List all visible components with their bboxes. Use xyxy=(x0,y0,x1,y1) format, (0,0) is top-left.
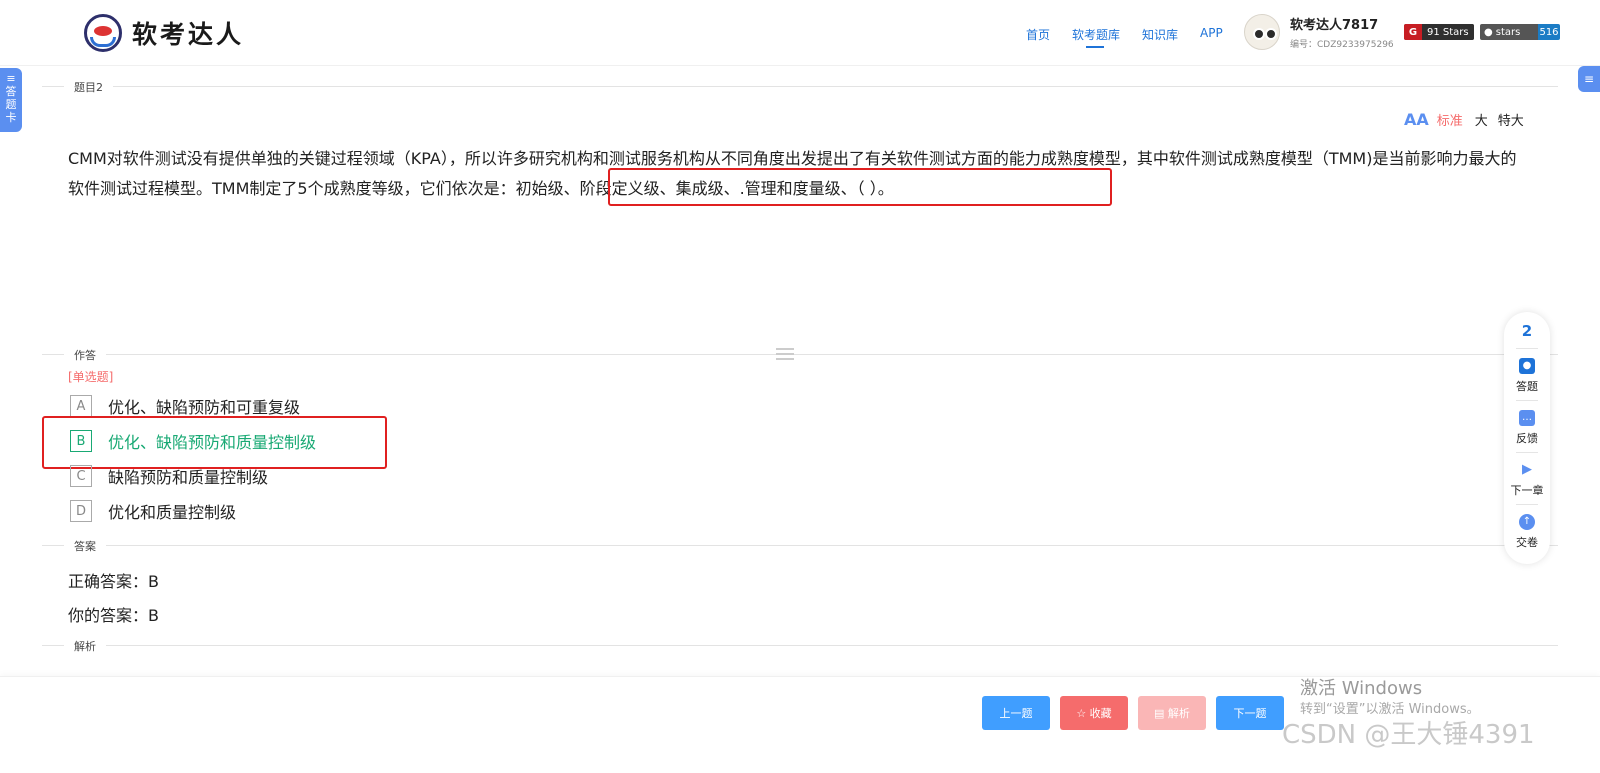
next-chapter-icon: ▶ xyxy=(1522,462,1532,477)
main-nav: 首页 软考题库 知识库 APP xyxy=(1026,26,1245,48)
user-profile[interactable]: 软考达人7817 编号：CDZ9233975296 xyxy=(1244,14,1394,50)
github-stars-badge[interactable]: ● stars 516 xyxy=(1480,24,1560,40)
submit-icon: ↑ xyxy=(1519,514,1535,530)
right-menu-tab[interactable]: ≡ xyxy=(1578,66,1600,92)
current-question-number: 2 xyxy=(1521,322,1533,340)
floating-toolbar: 2 ● 答题 … 反馈 ▶ 下一章 ↑ 交卷 xyxy=(1504,312,1550,564)
analysis-section-label: 解析 xyxy=(64,638,106,654)
menu-icon: ≡ xyxy=(1583,72,1595,86)
nav-question-bank[interactable]: 软考题库 xyxy=(1072,26,1120,48)
logo[interactable]: 软考达人 xyxy=(84,14,244,52)
nav-knowledge[interactable]: 知识库 xyxy=(1142,26,1178,46)
favorite-button[interactable]: ☆ 收藏 xyxy=(1060,696,1128,730)
nav-app[interactable]: APP xyxy=(1200,26,1223,46)
avatar[interactable] xyxy=(1244,14,1280,50)
csdn-watermark: CSDN @王大锤4391 xyxy=(1282,720,1535,750)
user-id: 编号：CDZ9233975296 xyxy=(1290,40,1394,50)
option-text: 优化和质量控制级 xyxy=(108,503,237,522)
github-icon: ● stars xyxy=(1480,24,1538,40)
option-letter: C xyxy=(70,465,92,487)
option-c[interactable]: C 缺陷预防和质量控制级 xyxy=(70,464,268,488)
answer-section-label: 答案 xyxy=(64,538,106,554)
top-header: 软考达人 首页 软考题库 知识库 APP 软考达人7817 编号：CDZ9233… xyxy=(0,0,1600,66)
font-size-switcher: AA 标准 大 特大 xyxy=(1404,110,1534,129)
option-text: 优化、缺陷预防和可重复级 xyxy=(108,398,301,417)
font-large-option[interactable]: 大 xyxy=(1475,110,1488,129)
next-chapter-button[interactable]: ▶ 下一章 xyxy=(1504,462,1550,498)
option-letter: A xyxy=(70,395,92,417)
question-type-label: [单选题] xyxy=(68,370,114,384)
user-name: 软考达人7817 xyxy=(1290,18,1379,33)
feedback-button[interactable]: … 反馈 xyxy=(1504,410,1550,446)
page: 软考达人 首页 软考题库 知识库 APP 软考达人7817 编号：CDZ9233… xyxy=(0,0,1600,773)
your-answer: 你的答案：B xyxy=(68,606,159,625)
gitee-stars-badge[interactable]: G 91 Stars xyxy=(1404,24,1474,40)
font-standard-option[interactable]: 标准 xyxy=(1437,110,1463,129)
question-section-label: 题目2 xyxy=(64,79,113,95)
font-size-icon: AA xyxy=(1404,110,1429,129)
windows-activation-watermark: 激活 Windows xyxy=(1300,678,1423,699)
logo-icon xyxy=(84,14,122,52)
option-a[interactable]: A 优化、缺陷预防和可重复级 xyxy=(70,394,300,418)
logo-text: 软考达人 xyxy=(132,20,245,49)
option-letter: D xyxy=(70,500,92,522)
answer-card-tab[interactable]: ≡ 答题卡 xyxy=(0,68,22,132)
nav-home[interactable]: 首页 xyxy=(1026,26,1050,46)
divider xyxy=(42,354,1558,355)
resize-handle[interactable] xyxy=(776,348,794,360)
option-text: 缺陷预防和质量控制级 xyxy=(108,468,269,487)
next-question-button[interactable]: 下一题 xyxy=(1216,696,1284,730)
submit-button[interactable]: ↑ 交卷 xyxy=(1504,514,1550,550)
work-section-label: 作答 xyxy=(64,347,106,363)
option-d[interactable]: D 优化和质量控制级 xyxy=(70,499,236,523)
analysis-button[interactable]: ▤ 解析 xyxy=(1138,696,1206,730)
divider xyxy=(42,645,1558,646)
annotation-box xyxy=(608,168,1112,206)
annotation-box xyxy=(42,416,387,469)
font-xlarge-option[interactable]: 特大 xyxy=(1498,110,1524,129)
answer-button[interactable]: ● 答题 xyxy=(1504,358,1550,394)
menu-icon: ≡ xyxy=(6,72,16,85)
feedback-icon: … xyxy=(1519,410,1535,426)
gitee-icon: G xyxy=(1404,24,1422,40)
prev-question-button[interactable]: 上一题 xyxy=(982,696,1050,730)
correct-answer: 正确答案：B xyxy=(68,572,159,591)
answer-icon: ● xyxy=(1519,358,1535,374)
divider xyxy=(42,86,1558,87)
divider xyxy=(42,545,1558,546)
